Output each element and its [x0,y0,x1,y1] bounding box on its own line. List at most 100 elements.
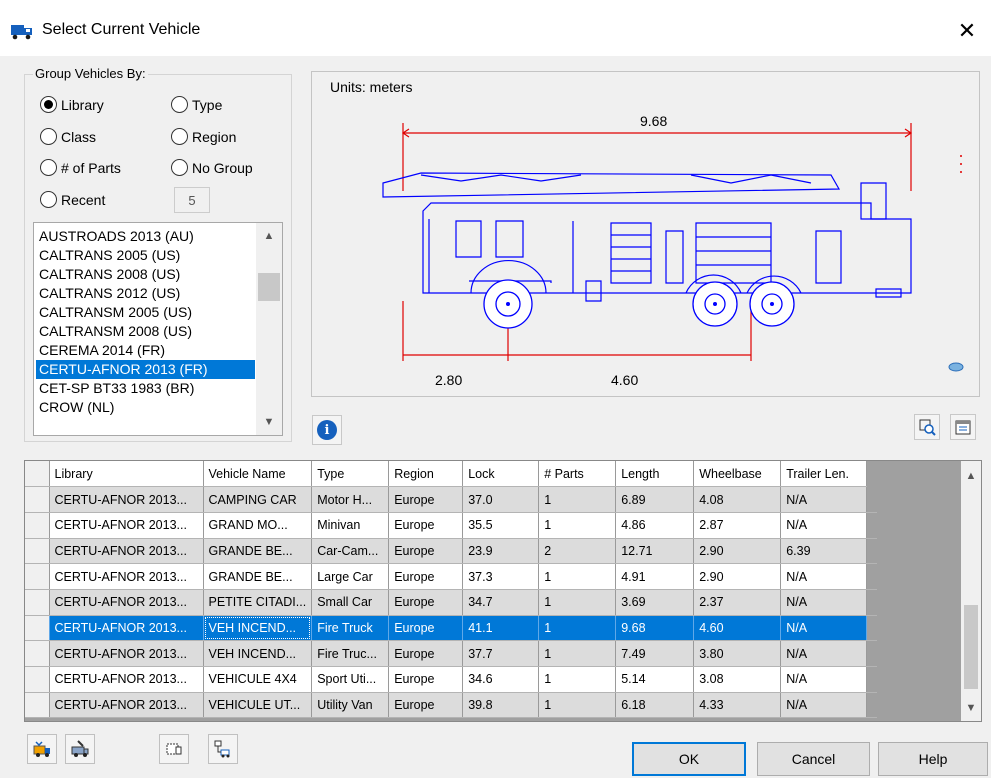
table-row[interactable]: CERTU-AFNOR 2013... GRAND MO... Minivan Eur… [25,512,878,539]
library-item[interactable]: CROW (NL) [36,398,255,417]
cell-library[interactable]: CERTU-AFNOR 2013... [49,563,204,590]
radio-region[interactable]: Region [171,128,236,145]
cell-parts[interactable]: 1 [538,615,617,642]
radio-type-dot[interactable] [171,96,188,113]
cell-vehicle-name[interactable]: VEH INCEND... [203,615,313,642]
row-header[interactable] [25,486,50,513]
help-button[interactable]: Help [878,742,988,776]
cell-wheelbase[interactable]: 4.33 [693,692,782,719]
ok-button[interactable]: OK [632,742,746,776]
table-row[interactable]: CERTU-AFNOR 2013... VEHICULE 4X4 Sport Uti… [25,666,878,693]
cell-parts[interactable]: 1 [538,666,617,693]
cell-library[interactable]: CERTU-AFNOR 2013... [49,666,204,693]
cell-trailer-len[interactable]: N/A [780,640,868,667]
row-header[interactable] [25,666,50,693]
cell-wheelbase[interactable]: 2.87 [693,512,782,539]
table-row[interactable]: CERTU-AFNOR 2013... CAMPING CAR Motor H...… [25,486,878,513]
cell-trailer-len[interactable]: N/A [780,563,868,590]
cell-trailer-len[interactable]: 6.39 [780,538,868,565]
library-item[interactable]: CALTRANS 2012 (US) [36,284,255,303]
cell-type[interactable]: Fire Truck [311,615,390,642]
col-header-length[interactable]: Length [615,461,695,488]
cell-parts[interactable]: 1 [538,512,617,539]
library-item[interactable]: AUSTROADS 2013 (AU) [36,227,255,246]
cell-type[interactable]: Sport Uti... [311,666,390,693]
cell-lock[interactable]: 34.7 [462,589,540,616]
radio-recent[interactable]: Recent [40,191,105,208]
scroll-thumb[interactable] [964,605,978,689]
radio-recent-dot[interactable] [40,191,57,208]
cell-vehicle-name[interactable]: CAMPING CAR [203,486,313,513]
cell-region[interactable]: Europe [388,640,464,667]
cell-vehicle-name[interactable]: GRANDE BE... [203,538,313,565]
cell-vehicle-name[interactable]: PETITE CITADI... [203,589,313,616]
edit-vehicle-button[interactable] [65,734,95,764]
library-item[interactable]: CALTRANSM 2005 (US) [36,303,255,322]
row-header[interactable] [25,615,50,642]
cell-length[interactable]: 4.86 [615,512,695,539]
cell-type[interactable]: Car-Cam... [311,538,390,565]
radio-type[interactable]: Type [171,96,222,113]
vehicle-properties-button[interactable] [950,414,976,440]
col-header-wheelbase[interactable]: Wheelbase [693,461,782,488]
cell-library[interactable]: CERTU-AFNOR 2013... [49,640,204,667]
cell-lock[interactable]: 34.6 [462,666,540,693]
vehicle-grid[interactable]: Library Vehicle Name Type Region Lock # … [24,460,982,722]
cell-region[interactable]: Europe [388,666,464,693]
cell-region[interactable]: Europe [388,589,464,616]
cell-region[interactable]: Europe [388,563,464,590]
cell-lock[interactable]: 37.7 [462,640,540,667]
cell-type[interactable]: Small Car [311,589,390,616]
cell-type[interactable]: Motor H... [311,486,390,513]
cell-wheelbase[interactable]: 4.60 [693,615,782,642]
library-list[interactable]: AUSTROADS 2013 (AU) CALTRANS 2005 (US) C… [33,222,283,436]
col-header-vehicle-name[interactable]: Vehicle Name [203,461,313,488]
cell-lock[interactable]: 37.3 [462,563,540,590]
cell-lock[interactable]: 41.1 [462,615,540,642]
row-header[interactable] [25,512,50,539]
cell-length[interactable]: 9.68 [615,615,695,642]
col-header-lock[interactable]: Lock [462,461,540,488]
cell-region[interactable]: Europe [388,486,464,513]
row-header[interactable] [25,692,50,719]
scroll-down-icon[interactable]: ▼ [961,697,981,719]
cell-parts[interactable]: 1 [538,589,617,616]
zoom-preview-button[interactable] [914,414,940,440]
cell-lock[interactable]: 37.0 [462,486,540,513]
cell-lock[interactable]: 39.8 [462,692,540,719]
row-header[interactable] [25,589,50,616]
cell-wheelbase[interactable]: 2.37 [693,589,782,616]
table-row[interactable]: CERTU-AFNOR 2013... GRANDE BE... Car-Cam..… [25,538,878,565]
cell-vehicle-name[interactable]: GRANDE BE... [203,563,313,590]
table-row[interactable]: CERTU-AFNOR 2013... PETITE CITADI... Small… [25,589,878,616]
cell-trailer-len[interactable]: N/A [780,692,868,719]
cell-length[interactable]: 6.89 [615,486,695,513]
cell-vehicle-name[interactable]: VEHICULE UT... [203,692,313,719]
cell-type[interactable]: Minivan [311,512,390,539]
grid-scrollbar[interactable]: ▲ ▼ [961,461,981,721]
radio-no-group[interactable]: No Group [171,159,253,176]
cell-lock[interactable]: 35.5 [462,512,540,539]
table-row[interactable]: CERTU-AFNOR 2013... VEH INCEND... Fire Tru… [25,640,878,667]
cell-lock[interactable]: 23.9 [462,538,540,565]
table-row[interactable]: CERTU-AFNOR 2013... VEHICULE UT... Utility… [25,692,878,719]
cell-length[interactable]: 5.14 [615,666,695,693]
cell-wheelbase[interactable]: 3.08 [693,666,782,693]
row-header[interactable] [25,538,50,565]
cell-type[interactable]: Large Car [311,563,390,590]
cell-type[interactable]: Fire Truc... [311,640,390,667]
compare-vehicles-button[interactable] [208,734,238,764]
scroll-down-icon[interactable]: ▼ [256,411,282,433]
cancel-button[interactable]: Cancel [757,742,870,776]
col-header-library[interactable]: Library [49,461,204,488]
cell-library[interactable]: CERTU-AFNOR 2013... [49,512,204,539]
radio-no-group-dot[interactable] [171,159,188,176]
cell-trailer-len[interactable]: N/A [780,486,868,513]
cell-trailer-len[interactable]: N/A [780,589,868,616]
radio-library[interactable]: Library [40,96,104,113]
library-item[interactable]: CALTRANS 2005 (US) [36,246,255,265]
cell-library[interactable]: CERTU-AFNOR 2013... [49,486,204,513]
row-header[interactable] [25,640,50,667]
duplicate-vehicle-button[interactable] [159,734,189,764]
library-item[interactable]: CALTRANSM 2008 (US) [36,322,255,341]
